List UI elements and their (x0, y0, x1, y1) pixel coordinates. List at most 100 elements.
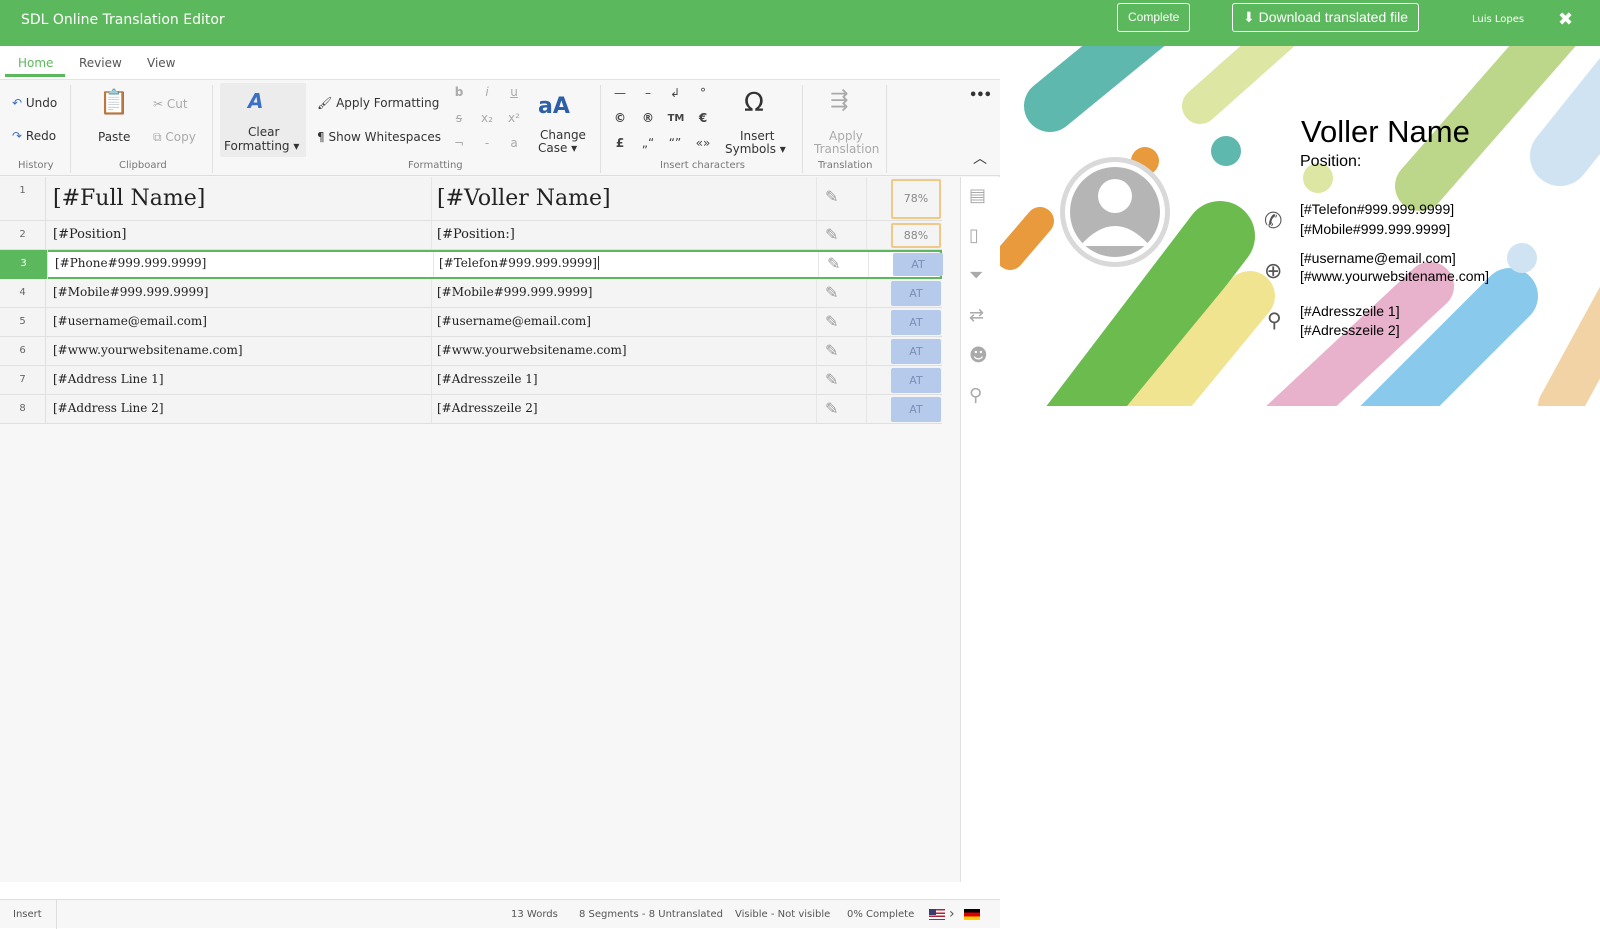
table-row[interactable]: 4 [#Mobile#999.999.9999] [#Mobile#999.99… (0, 279, 942, 308)
apply-translation-label[interactable]: Apply (829, 129, 863, 143)
complete-button[interactable]: Complete (1117, 3, 1191, 32)
edit-icon[interactable]: ✎ (827, 254, 840, 273)
table-row[interactable]: 6 [#www.yourwebsitename.com] [#www.yourw… (0, 337, 942, 366)
document-icon[interactable]: ▯ (969, 225, 979, 246)
side-toolbar: ▤ ▯ ⏷ ⇄ ☻ ⚲ (960, 177, 1000, 882)
degree-button[interactable]: ° (694, 86, 712, 100)
bold-button[interactable]: b (450, 85, 468, 99)
business-card-preview: Voller Name Position: ✆ [#Telefon#999.99… (1000, 46, 1600, 406)
search-icon[interactable]: ⚲ (969, 385, 982, 406)
user-name[interactable]: Luis Lopes (1472, 14, 1524, 25)
hyphen-button[interactable]: - (478, 136, 496, 150)
table-row[interactable]: 1 [#Full Name] [#Voller Name] ✎ 78% (0, 177, 942, 221)
change-case-label-2[interactable]: Case ▾ (538, 141, 577, 155)
chevron-right-icon: › (949, 906, 955, 922)
guillemets-button[interactable]: «» (694, 136, 712, 150)
italic-button[interactable]: i (478, 85, 496, 99)
column-divider (816, 221, 817, 249)
column-divider (816, 337, 817, 365)
apply-translation-label-2[interactable]: Translation (814, 142, 879, 156)
more-options-icon[interactable]: ••• (969, 88, 992, 103)
strikethrough-button[interactable]: s (450, 111, 468, 125)
insert-symbols-label-2[interactable]: Symbols ▾ (725, 142, 786, 156)
undo-button[interactable]: ↶ Undo (12, 96, 57, 110)
apply-translation-icon[interactable]: ⇶ (830, 88, 848, 113)
undo-label: Undo (25, 96, 58, 110)
insert-mode[interactable]: Insert (13, 909, 42, 920)
table-row[interactable]: 2 [#Position] [#Position:] ✎ 88% (0, 221, 942, 250)
cut-button[interactable]: ✂ Cut (153, 97, 188, 111)
registered-button[interactable]: ® (639, 111, 657, 125)
edit-icon[interactable]: ✎ (825, 283, 838, 302)
edit-icon[interactable]: ✎ (825, 341, 838, 360)
edit-icon[interactable]: ✎ (825, 187, 838, 206)
clear-formatting-button[interactable]: A Clear Formatting ▾ (220, 83, 306, 157)
change-case-icon[interactable]: aA (538, 94, 570, 119)
line-break-button[interactable]: ↲ (666, 86, 684, 100)
filter-icon[interactable]: ⏷ (969, 265, 983, 286)
column-divider (866, 177, 867, 220)
collapse-ribbon-icon[interactable]: ︿ (973, 148, 987, 168)
target-text[interactable]: [#Voller Name] (437, 186, 611, 211)
table-row-active[interactable]: 3 [#Phone#999.999.9999] [#Telefon#999.99… (0, 250, 943, 279)
tab-review[interactable]: Review (79, 56, 122, 70)
redo-button[interactable]: ↷ Redo (12, 129, 56, 143)
edit-icon[interactable]: ✎ (825, 370, 838, 389)
table-row[interactable]: 7 [#Address Line 1] [#Adresszeile 1] ✎ A… (0, 366, 942, 395)
lowercase-button[interactable]: a (505, 136, 523, 150)
em-dash-button[interactable]: — (611, 86, 629, 100)
nonbreaking-button[interactable]: ¬ (450, 136, 468, 150)
subscript-button[interactable]: x₂ (478, 111, 496, 125)
copy-icon: ⧉ (153, 130, 162, 144)
active-tab-indicator (5, 74, 65, 77)
copyright-button[interactable]: © (611, 111, 629, 125)
target-text[interactable]: [#Adresszeile 2] (437, 401, 538, 415)
euro-button[interactable]: € (694, 111, 712, 125)
apply-formatting-button[interactable]: 🖌 Apply Formatting (317, 96, 439, 110)
comments-icon[interactable]: ☻ (969, 345, 988, 366)
insert-symbols-label[interactable]: Insert (740, 129, 774, 143)
translation-memory-icon[interactable]: ⇄ (969, 305, 984, 326)
low-quotes-button[interactable]: „“ (639, 136, 657, 150)
target-text[interactable]: [#Telefon#999.999.9999] (439, 256, 599, 270)
target-text[interactable]: [#Mobile#999.999.9999] (437, 285, 592, 299)
target-text[interactable]: [#username@email.com] (437, 314, 591, 328)
ribbon-tabs: Home Review View (0, 46, 1000, 79)
paste-button[interactable]: Paste (98, 130, 130, 144)
show-whitespaces-button[interactable]: ¶ Show Whitespaces (317, 130, 441, 144)
underline-button[interactable]: u (505, 85, 523, 99)
match-status: 88% (891, 223, 941, 248)
table-row[interactable]: 5 [#username@email.com] [#username@email… (0, 308, 942, 337)
copy-button[interactable]: ⧉ Copy (153, 130, 196, 145)
status-bar: Insert 13 Words 8 Segments - 8 Untransla… (0, 899, 1000, 929)
tab-home[interactable]: Home (18, 56, 53, 70)
change-case-label[interactable]: Change (540, 128, 586, 142)
en-dash-button[interactable]: – (639, 86, 657, 100)
trademark-button[interactable]: TM (667, 113, 685, 124)
tab-view[interactable]: View (147, 56, 175, 70)
word-count: 13 Words (511, 909, 558, 920)
paste-icon[interactable]: 📋 (99, 88, 129, 116)
column-divider (816, 279, 817, 307)
edit-icon[interactable]: ✎ (825, 312, 838, 331)
top-bar: SDL Online Translation Editor Complete ⬇… (0, 0, 1600, 46)
segment-grid: 1 [#Full Name] [#Voller Name] ✎ 78% 2 [#… (0, 177, 943, 429)
edit-icon[interactable]: ✎ (825, 399, 838, 418)
edit-icon[interactable]: ✎ (825, 225, 838, 244)
download-translated-file-button[interactable]: ⬇ Download translated file (1232, 3, 1420, 32)
table-row[interactable]: 8 [#Address Line 2] [#Adresszeile 2] ✎ A… (0, 395, 942, 424)
source-text: [#Address Line 1] (53, 372, 164, 386)
column-divider (431, 308, 432, 336)
target-text[interactable]: [#Adresszeile 1] (437, 372, 538, 386)
omega-icon[interactable]: Ω (744, 88, 764, 118)
high-quotes-button[interactable]: “” (666, 136, 684, 150)
target-text[interactable]: [#www.yourwebsitename.com] (437, 343, 627, 357)
column-divider (866, 308, 867, 336)
superscript-button[interactable]: x² (505, 111, 523, 125)
target-text[interactable]: [#Position:] (437, 227, 515, 242)
card-name: Voller Name (1301, 114, 1470, 149)
pound-button[interactable]: £ (611, 136, 629, 150)
qa-checklist-icon[interactable]: ▤ (969, 185, 986, 206)
column-divider (866, 337, 867, 365)
close-icon[interactable]: ✖ (1558, 9, 1573, 30)
